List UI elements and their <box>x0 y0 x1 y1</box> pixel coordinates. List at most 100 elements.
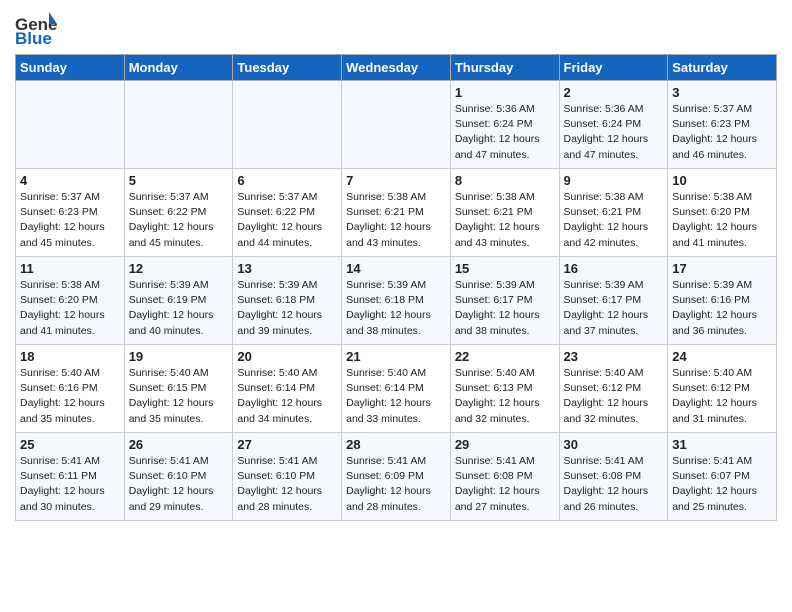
calendar-cell: 25 Sunrise: 5:41 AM Sunset: 6:11 PM Dayli… <box>16 433 125 521</box>
calendar-cell: 14 Sunrise: 5:39 AM Sunset: 6:18 PM Dayli… <box>342 257 451 345</box>
calendar-cell: 24 Sunrise: 5:40 AM Sunset: 6:12 PM Dayli… <box>668 345 777 433</box>
day-header-wednesday: Wednesday <box>342 55 451 81</box>
day-info: Sunrise: 5:40 AM Sunset: 6:12 PM Dayligh… <box>672 366 772 427</box>
calendar-cell: 4 Sunrise: 5:37 AM Sunset: 6:23 PM Daylig… <box>16 169 125 257</box>
page-header: General Blue <box>15 10 777 46</box>
day-number: 10 <box>672 173 772 188</box>
day-info: Sunrise: 5:37 AM Sunset: 6:22 PM Dayligh… <box>237 190 337 251</box>
calendar-table: SundayMondayTuesdayWednesdayThursdayFrid… <box>15 54 777 521</box>
day-info: Sunrise: 5:38 AM Sunset: 6:20 PM Dayligh… <box>20 278 120 339</box>
day-number: 28 <box>346 437 446 452</box>
day-info: Sunrise: 5:41 AM Sunset: 6:10 PM Dayligh… <box>237 454 337 515</box>
day-info: Sunrise: 5:37 AM Sunset: 6:23 PM Dayligh… <box>20 190 120 251</box>
calendar-cell: 16 Sunrise: 5:39 AM Sunset: 6:17 PM Dayli… <box>559 257 668 345</box>
day-info: Sunrise: 5:36 AM Sunset: 6:24 PM Dayligh… <box>564 102 664 163</box>
calendar-cell <box>16 81 125 169</box>
calendar-cell: 23 Sunrise: 5:40 AM Sunset: 6:12 PM Dayli… <box>559 345 668 433</box>
day-number: 20 <box>237 349 337 364</box>
calendar-cell: 7Sunrise: 5:38 AM Sunset: 6:21 PM Daylig… <box>342 169 451 257</box>
day-info: Sunrise: 5:41 AM Sunset: 6:11 PM Dayligh… <box>20 454 120 515</box>
week-row-2: 4 Sunrise: 5:37 AM Sunset: 6:23 PM Daylig… <box>16 169 777 257</box>
calendar-header-row: SundayMondayTuesdayWednesdayThursdayFrid… <box>16 55 777 81</box>
day-number: 24 <box>672 349 772 364</box>
calendar-cell: 27Sunrise: 5:41 AM Sunset: 6:10 PM Dayli… <box>233 433 342 521</box>
day-header-monday: Monday <box>124 55 233 81</box>
day-info: Sunrise: 5:41 AM Sunset: 6:09 PM Dayligh… <box>346 454 446 515</box>
calendar-cell: 21 Sunrise: 5:40 AM Sunset: 6:14 PM Dayli… <box>342 345 451 433</box>
day-number: 11 <box>20 261 120 276</box>
day-info: Sunrise: 5:38 AM Sunset: 6:21 PM Dayligh… <box>346 190 446 251</box>
week-row-5: 25 Sunrise: 5:41 AM Sunset: 6:11 PM Dayli… <box>16 433 777 521</box>
day-number: 22 <box>455 349 555 364</box>
day-info: Sunrise: 5:38 AM Sunset: 6:21 PM Dayligh… <box>564 190 664 251</box>
day-number: 19 <box>129 349 229 364</box>
week-row-3: 11 Sunrise: 5:38 AM Sunset: 6:20 PM Dayli… <box>16 257 777 345</box>
logo: General Blue <box>15 10 57 46</box>
day-info: Sunrise: 5:39 AM Sunset: 6:17 PM Dayligh… <box>564 278 664 339</box>
day-info: Sunrise: 5:40 AM Sunset: 6:14 PM Dayligh… <box>237 366 337 427</box>
calendar-cell <box>342 81 451 169</box>
calendar-cell: 5 Sunrise: 5:37 AM Sunset: 6:22 PM Daylig… <box>124 169 233 257</box>
day-info: Sunrise: 5:37 AM Sunset: 6:23 PM Dayligh… <box>672 102 772 163</box>
calendar-cell: 10 Sunrise: 5:38 AM Sunset: 6:20 PM Dayli… <box>668 169 777 257</box>
calendar-cell: 26Sunrise: 5:41 AM Sunset: 6:10 PM Dayli… <box>124 433 233 521</box>
day-number: 16 <box>564 261 664 276</box>
day-info: Sunrise: 5:40 AM Sunset: 6:15 PM Dayligh… <box>129 366 229 427</box>
day-number: 15 <box>455 261 555 276</box>
calendar-cell: 11 Sunrise: 5:38 AM Sunset: 6:20 PM Dayli… <box>16 257 125 345</box>
calendar-cell: 18 Sunrise: 5:40 AM Sunset: 6:16 PM Dayli… <box>16 345 125 433</box>
day-info: Sunrise: 5:41 AM Sunset: 6:08 PM Dayligh… <box>564 454 664 515</box>
calendar-cell: 28 Sunrise: 5:41 AM Sunset: 6:09 PM Dayli… <box>342 433 451 521</box>
day-info: Sunrise: 5:39 AM Sunset: 6:18 PM Dayligh… <box>346 278 446 339</box>
day-number: 4 <box>20 173 120 188</box>
calendar-cell: 2Sunrise: 5:36 AM Sunset: 6:24 PM Daylig… <box>559 81 668 169</box>
week-row-4: 18 Sunrise: 5:40 AM Sunset: 6:16 PM Dayli… <box>16 345 777 433</box>
logo-icon: General Blue <box>15 10 57 46</box>
day-number: 23 <box>564 349 664 364</box>
calendar-cell: 9 Sunrise: 5:38 AM Sunset: 6:21 PM Daylig… <box>559 169 668 257</box>
day-number: 18 <box>20 349 120 364</box>
day-number: 6 <box>237 173 337 188</box>
day-info: Sunrise: 5:39 AM Sunset: 6:18 PM Dayligh… <box>237 278 337 339</box>
calendar-cell: 6 Sunrise: 5:37 AM Sunset: 6:22 PM Daylig… <box>233 169 342 257</box>
calendar-cell: 20 Sunrise: 5:40 AM Sunset: 6:14 PM Dayli… <box>233 345 342 433</box>
calendar-cell <box>124 81 233 169</box>
day-header-friday: Friday <box>559 55 668 81</box>
calendar-cell: 8Sunrise: 5:38 AM Sunset: 6:21 PM Daylig… <box>450 169 559 257</box>
svg-text:Blue: Blue <box>15 29 52 46</box>
day-number: 14 <box>346 261 446 276</box>
calendar-cell: 22Sunrise: 5:40 AM Sunset: 6:13 PM Dayli… <box>450 345 559 433</box>
day-info: Sunrise: 5:39 AM Sunset: 6:17 PM Dayligh… <box>455 278 555 339</box>
day-info: Sunrise: 5:36 AM Sunset: 6:24 PM Dayligh… <box>455 102 555 163</box>
day-info: Sunrise: 5:40 AM Sunset: 6:14 PM Dayligh… <box>346 366 446 427</box>
day-number: 31 <box>672 437 772 452</box>
day-header-saturday: Saturday <box>668 55 777 81</box>
day-info: Sunrise: 5:40 AM Sunset: 6:16 PM Dayligh… <box>20 366 120 427</box>
calendar-cell: 19 Sunrise: 5:40 AM Sunset: 6:15 PM Dayli… <box>124 345 233 433</box>
day-number: 21 <box>346 349 446 364</box>
day-header-tuesday: Tuesday <box>233 55 342 81</box>
day-header-thursday: Thursday <box>450 55 559 81</box>
day-info: Sunrise: 5:40 AM Sunset: 6:12 PM Dayligh… <box>564 366 664 427</box>
day-number: 30 <box>564 437 664 452</box>
calendar-cell: 13Sunrise: 5:39 AM Sunset: 6:18 PM Dayli… <box>233 257 342 345</box>
calendar-cell: 12Sunrise: 5:39 AM Sunset: 6:19 PM Dayli… <box>124 257 233 345</box>
day-number: 1 <box>455 85 555 100</box>
calendar-cell: 3 Sunrise: 5:37 AM Sunset: 6:23 PM Daylig… <box>668 81 777 169</box>
day-info: Sunrise: 5:41 AM Sunset: 6:08 PM Dayligh… <box>455 454 555 515</box>
day-number: 3 <box>672 85 772 100</box>
day-number: 5 <box>129 173 229 188</box>
day-info: Sunrise: 5:41 AM Sunset: 6:07 PM Dayligh… <box>672 454 772 515</box>
calendar-cell <box>233 81 342 169</box>
day-number: 25 <box>20 437 120 452</box>
calendar-body: 1 Sunrise: 5:36 AM Sunset: 6:24 PM Daylig… <box>16 81 777 521</box>
day-header-sunday: Sunday <box>16 55 125 81</box>
day-number: 9 <box>564 173 664 188</box>
day-info: Sunrise: 5:39 AM Sunset: 6:16 PM Dayligh… <box>672 278 772 339</box>
day-info: Sunrise: 5:37 AM Sunset: 6:22 PM Dayligh… <box>129 190 229 251</box>
calendar-cell: 1 Sunrise: 5:36 AM Sunset: 6:24 PM Daylig… <box>450 81 559 169</box>
day-number: 12 <box>129 261 229 276</box>
calendar-cell: 17Sunrise: 5:39 AM Sunset: 6:16 PM Dayli… <box>668 257 777 345</box>
day-info: Sunrise: 5:38 AM Sunset: 6:20 PM Dayligh… <box>672 190 772 251</box>
calendar-cell: 30 Sunrise: 5:41 AM Sunset: 6:08 PM Dayli… <box>559 433 668 521</box>
